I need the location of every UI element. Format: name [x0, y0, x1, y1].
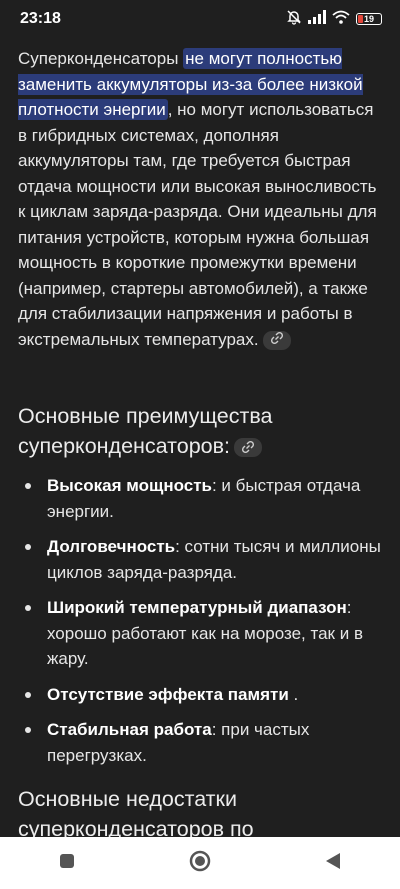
- advantages-list: Высокая мощность: и быстрая отдача энерг…: [18, 473, 388, 778]
- list-item-term: Широкий температурный диапазон: [47, 598, 347, 617]
- circle-icon: [189, 850, 211, 877]
- paragraph-start: Суперконденсаторы: [18, 49, 184, 68]
- list-item-term: Долговечность: [47, 537, 176, 556]
- wifi-icon: [332, 10, 350, 29]
- back-button[interactable]: [303, 843, 363, 883]
- heading-link-chip[interactable]: [234, 437, 263, 457]
- signal-icon: [308, 9, 326, 29]
- system-nav-bar: [0, 837, 400, 889]
- list-item: Стабильная работа: при частых перегрузка…: [18, 717, 388, 768]
- link-icon: [241, 432, 255, 462]
- battery-level: 19: [363, 14, 374, 24]
- source-link-chip[interactable]: [262, 330, 291, 350]
- bell-off-icon: [286, 9, 302, 30]
- paragraph-text: Суперконденсаторы не могут полностью зам…: [18, 46, 386, 352]
- list-item: Высокая мощность: и быстрая отдача энерг…: [18, 473, 388, 524]
- status-icons: 19: [286, 9, 382, 30]
- battery-indicator: 19: [356, 13, 382, 25]
- advantages-heading: Основные преимущества суперконденсаторов…: [18, 401, 388, 461]
- disadvantages-heading: Основные недостатки суперконденсаторов п…: [18, 787, 254, 841]
- status-bar: 23:18 19: [0, 0, 400, 38]
- list-item: Отсутствие эффекта памяти .: [18, 682, 388, 708]
- link-icon: [270, 327, 284, 353]
- list-item: Долговечность: сотни тысяч и миллионы ци…: [18, 534, 388, 585]
- list-item: Широкий температурный диапазон: хорошо р…: [18, 595, 388, 672]
- recents-button[interactable]: [37, 843, 97, 883]
- list-item-term: Высокая мощность: [47, 476, 212, 495]
- square-icon: [59, 853, 75, 874]
- list-item-desc: .: [288, 684, 299, 704]
- list-item-term: Стабильная работа: [47, 720, 212, 739]
- answer-paragraph: Суперконденсаторы не могут полностью зам…: [18, 46, 386, 352]
- home-button[interactable]: [170, 843, 230, 883]
- list-item-term: Отсутствие эффекта памяти: [47, 684, 289, 704]
- paragraph-end: , но могут использоваться в гибридных си…: [18, 100, 377, 349]
- status-time: 23:18: [20, 10, 61, 27]
- triangle-back-icon: [325, 852, 341, 875]
